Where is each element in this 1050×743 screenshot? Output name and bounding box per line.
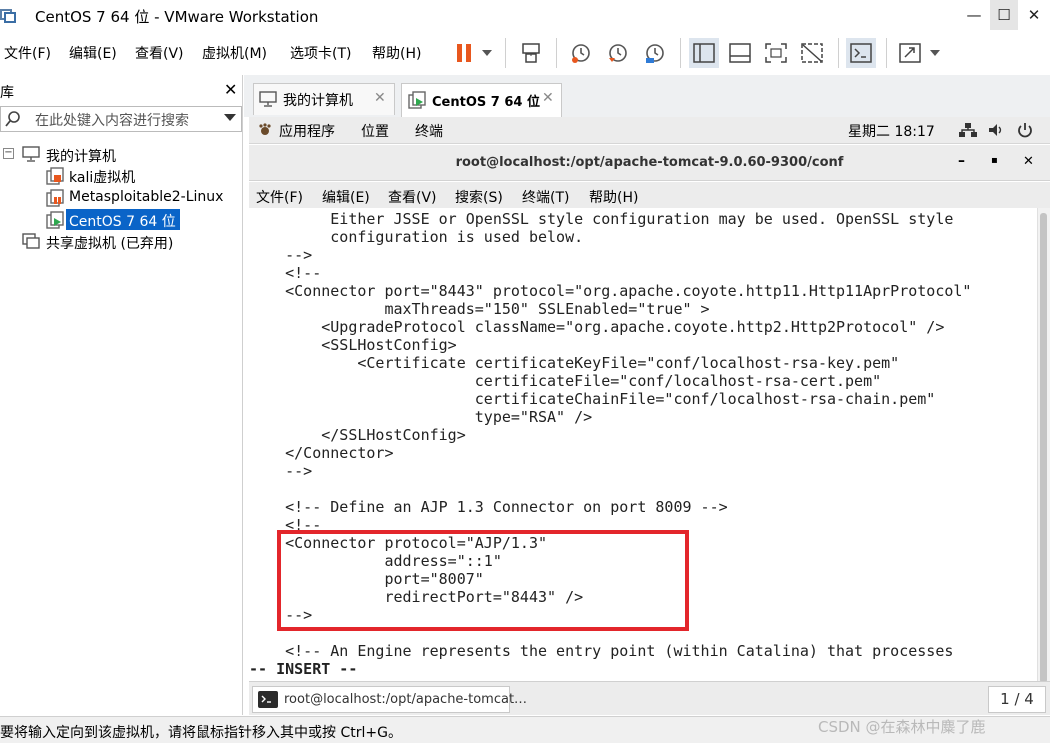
snapshot-manager-icon[interactable] [640,38,670,68]
vmware-app-icon [0,7,16,23]
vm-icon [46,167,64,189]
terminal-title: root@localhost:/opt/apache-tomcat-9.0.60… [455,155,844,170]
menu-help[interactable]: 帮助(H) [372,43,421,63]
tab-close-icon[interactable]: ✕ [542,90,554,106]
fullscreen-icon[interactable] [761,38,791,68]
menu-view[interactable]: 查看(V) [135,43,184,63]
toolbar-separator [838,38,839,68]
terminal-line: Either JSSE or OpenSSL style configurati… [249,210,954,228]
watermark: CSDN @在森林中麋了鹿 [818,718,986,736]
menu-file[interactable]: 文件(F) [4,43,51,63]
tab-close-icon[interactable]: ✕ [374,90,386,106]
terminal-line: --> [249,246,313,264]
terminal-menu-edit[interactable]: 编辑(E) [322,187,370,207]
computer-icon [259,91,277,111]
annotation-highlight-box [277,530,689,631]
terminal-line: --> [249,462,313,480]
console-icon[interactable] [846,38,876,68]
volume-icon[interactable] [988,122,1004,142]
terminal-app-icon [258,691,278,712]
terminal-line: <Connector port="8443" protocol="org.apa… [249,282,972,300]
stretch-icon[interactable] [895,38,925,68]
gnome-foot-icon [258,123,272,141]
terminal-maximize-button[interactable]: ▪ [991,155,998,166]
menu-tabs[interactable]: 选项卡(T) [290,43,351,63]
terminal-line: <!-- [249,264,322,282]
toolbar-separator [505,38,506,68]
search-dropdown-icon[interactable] [224,112,236,125]
terminal-line: configuration is used below. [249,228,584,246]
gnome-places-menu[interactable]: 位置 [361,121,389,141]
terminal-scrollbar-thumb[interactable] [1040,213,1047,683]
window-title: CentOS 7 64 位 - VMware Workstation [35,8,319,26]
gnome-applications-menu[interactable]: 应用程序 [279,121,335,141]
shared-vm-icon [22,233,40,255]
stretch-dropdown-icon[interactable] [926,38,944,68]
terminal-menu-file[interactable]: 文件(F) [256,187,303,207]
gnome-clock[interactable]: 星期二 18:17 [848,121,935,141]
tree-item-vm[interactable]: kali虚拟机 [69,167,135,187]
tree-item-vm[interactable]: Metasploitable2-Linux [69,189,223,205]
computer-icon [22,146,40,166]
pause-icon[interactable] [450,38,478,68]
unity-icon[interactable] [797,38,827,68]
tree-shared-vms[interactable]: 共享虚拟机 (已弃用) [46,233,173,253]
terminal-line: <!-- Define an AJP 1.3 Connector on port… [249,498,728,516]
terminal-line: certificateFile="conf/localhost-rsa-cert… [249,372,882,390]
search-placeholder: 在此处键入内容进行搜索 [35,113,189,129]
power-dropdown-icon[interactable] [478,38,496,68]
tree-root-my-computer[interactable]: 我的计算机 [46,146,116,166]
taskbar-window-label: root@localhost:/opt/apache-tomcat… [284,692,528,707]
toolbar-separator [680,38,681,68]
tree-item-vm-selected[interactable]: CentOS 7 64 位 [69,211,176,231]
workspace-indicator[interactable]: 1 / 4 [988,686,1046,713]
menu-vm[interactable]: 虚拟机(M) [202,43,267,63]
terminal-line: <UpgradeProtocol className="org.apache.c… [249,318,945,336]
terminal-line: </Connector> [249,444,394,462]
terminal-line: </SSLHostConfig> [249,426,466,444]
toolbar-separator [556,38,557,68]
library-close-button[interactable]: ✕ [224,80,237,99]
terminal-minimize-button[interactable]: – [958,153,965,169]
thumbnail-view-icon[interactable] [725,38,755,68]
search-icon [4,110,22,132]
network-icon[interactable] [959,122,977,142]
minimize-button[interactable]: — [960,0,988,30]
revert-snapshot-icon[interactable] [603,38,633,68]
toolbar-separator [886,38,887,68]
terminal-menu-view[interactable]: 查看(V) [388,187,437,207]
snapshot-icon[interactable] [566,38,596,68]
running-vm-icon [408,91,426,113]
tab-label: 我的计算机 [283,93,353,109]
terminal-line: <Certificate certificateKeyFile="conf/lo… [249,354,900,372]
terminal-line: type="RSA" /> [249,408,593,426]
terminal-menu-help[interactable]: 帮助(H) [589,187,638,207]
terminal-line: certificateChainFile="conf/localhost-rsa… [249,390,936,408]
close-window-button[interactable]: ✕ [1020,0,1048,30]
send-keys-icon[interactable] [516,38,546,68]
vm-icon [46,189,64,211]
status-message: 要将输入定向到该虚拟机，请将鼠标指针移入其中或按 Ctrl+G。 [0,725,402,741]
terminal-line: maxThreads="150" SSLEnabled="true" > [249,300,710,318]
terminal-menu-terminal[interactable]: 终端(T) [522,187,569,207]
library-view-icon[interactable] [689,38,719,68]
terminal-line: <SSLHostConfig> [249,336,457,354]
tree-collapse-toggle[interactable]: − [3,148,14,159]
terminal-close-button[interactable]: ✕ [1023,154,1034,169]
power-icon[interactable] [1017,122,1033,142]
terminal-line: <!-- An Engine represents the entry poin… [249,642,954,660]
gnome-terminal-menu[interactable]: 终端 [415,121,443,141]
library-title: 库 [0,85,14,101]
menu-edit[interactable]: 编辑(E) [69,43,117,63]
tab-label: CentOS 7 64 位 [432,95,540,110]
running-vm-icon [46,211,64,233]
maximize-button[interactable]: ☐ [990,0,1018,30]
terminal-menu-search[interactable]: 搜索(S) [455,187,503,207]
vim-mode-indicator: -- INSERT -- [249,660,358,678]
